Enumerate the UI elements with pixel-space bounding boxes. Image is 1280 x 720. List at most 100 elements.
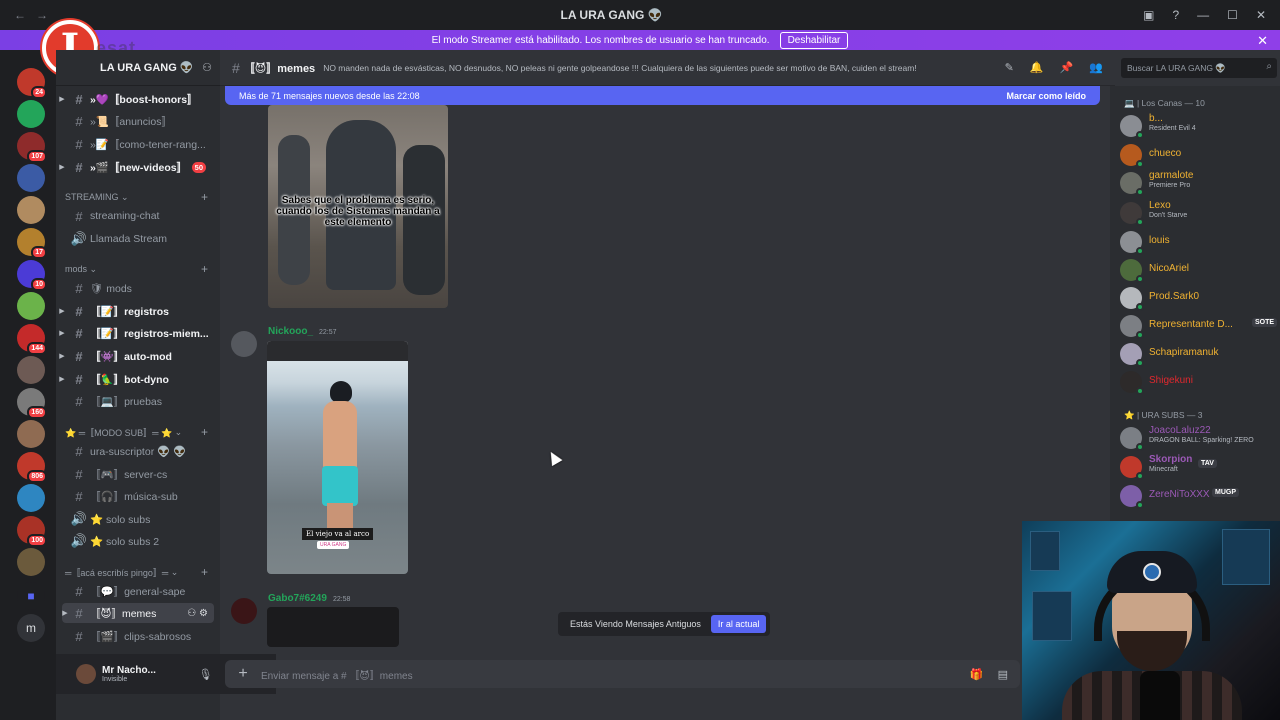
channel-boost-honors[interactable]: ▶ # »💜〚boost-honors〛 xyxy=(56,89,220,109)
server-icon[interactable] xyxy=(17,164,45,192)
message-author[interactable]: Nickooo_ 22:57 xyxy=(268,326,337,337)
message-composer[interactable]: + Enviar mensaje a # 〚😈〛memes 🎁 ▤ xyxy=(225,660,1020,688)
message-list: Sabes que el problema es serio, cuando l… xyxy=(220,105,1110,655)
server-icon[interactable] xyxy=(17,420,45,448)
channel-memes-selected[interactable]: ▶ # 〚😈〛memes ⚇ ⚙ xyxy=(62,603,214,623)
server-icon[interactable] xyxy=(17,484,45,512)
new-messages-bar[interactable]: Más de 71 mensajes nuevos desde las 22:0… xyxy=(225,86,1100,105)
channel-bot-dyno[interactable]: ▶ # 〚🦜〛bot-dyno xyxy=(56,369,220,389)
close-icon[interactable]: ✕ xyxy=(1257,33,1268,49)
member-item[interactable]: chueco xyxy=(1120,144,1280,168)
avatar[interactable] xyxy=(231,598,257,624)
server-icon[interactable] xyxy=(17,196,45,224)
microphone-icon[interactable]: 🎙 xyxy=(198,668,212,681)
server-icon[interactable] xyxy=(17,292,45,320)
channel-como-tener-rango[interactable]: # »📝〚como-tener-rang... xyxy=(56,134,220,154)
close-window-icon[interactable]: ✕ xyxy=(1256,8,1266,22)
member-item[interactable]: Shigekuni xyxy=(1120,371,1280,395)
server-icon[interactable]: 144 xyxy=(17,324,47,355)
old-messages-notice: Estás Viendo Mensajes Antiguos Ir al act… xyxy=(558,612,771,636)
channel-topic[interactable]: NO manden nada de esvásticas, NO desnudo… xyxy=(323,63,953,73)
voice-llamada-stream[interactable]: 🔊 Llamada Stream xyxy=(56,229,220,249)
server-header[interactable]: LA URA GANG 👽 ⚇ xyxy=(56,50,220,86)
member-item[interactable]: louis xyxy=(1120,231,1280,255)
server-icon[interactable] xyxy=(17,356,45,384)
member-item[interactable]: NicoAriel xyxy=(1120,259,1280,283)
channel-general-sape[interactable]: # 〚💬〛general-sape xyxy=(56,581,220,601)
back-arrow-icon[interactable]: ← xyxy=(14,8,26,22)
channel-new-videos[interactable]: ▶ # »🎬〚new-videos〛 50 xyxy=(56,157,220,177)
channel-anuncios[interactable]: # »📜〚anuncios〛 xyxy=(56,111,220,131)
server-icon[interactable] xyxy=(17,100,45,128)
member-item[interactable]: garmalote Premiere Pro xyxy=(1120,170,1280,196)
category-modo-sub[interactable]: ⭐ ═〚MODO SUB〛═ ⭐ ⌄ + xyxy=(56,422,220,442)
folder-icon[interactable]: ■ xyxy=(17,582,45,610)
server-icon[interactable]: 160 xyxy=(17,388,47,419)
channel-registros-miembros[interactable]: ▶ # 〚📝〛registros-miem... xyxy=(56,323,220,343)
channel-sidebar: LA URA GANG 👽 ⚇ ▶ # »💜〚boost-honors〛 # »📜〚a… xyxy=(56,50,276,720)
maximize-icon[interactable]: ☐ xyxy=(1227,8,1238,22)
search-input[interactable]: Buscar LA URA GANG 👽 ⌕ xyxy=(1121,58,1277,78)
speaker-icon: 🔊 xyxy=(70,231,88,246)
jump-to-present-button[interactable]: Ir al actual xyxy=(710,615,767,633)
category-mods[interactable]: mods ⌄ + xyxy=(56,259,220,279)
member-item[interactable]: ZereNiToXXX MUGP xyxy=(1120,485,1280,509)
bell-icon[interactable]: 🔔 xyxy=(1030,61,1044,74)
streamer-webcam xyxy=(1022,521,1280,720)
server-icon[interactable]: 806 xyxy=(17,452,47,483)
category-streaming[interactable]: STREAMING ⌄ + xyxy=(56,187,220,207)
minimize-icon[interactable]: — xyxy=(1197,8,1209,22)
server-icon[interactable]: m xyxy=(17,614,45,642)
member-item[interactable]: Schapiramanuk xyxy=(1120,343,1280,367)
members-icon[interactable]: 👥 xyxy=(1089,61,1103,74)
add-attachment-icon[interactable]: + xyxy=(225,665,261,683)
gif-icon[interactable]: ▤ xyxy=(998,668,1008,681)
video-tag: URA GANG xyxy=(317,541,350,549)
server-icon[interactable] xyxy=(17,548,45,576)
meme-image[interactable]: Sabes que el problema es serio, cuando l… xyxy=(268,105,448,308)
channel-auto-mod[interactable]: ▶ # 〚👾〛auto-mod xyxy=(56,346,220,366)
threads-icon[interactable]: ✎ xyxy=(1005,61,1014,74)
channel-server-cs[interactable]: # 〚🎮〛server-cs xyxy=(56,464,220,484)
member-item[interactable]: b... Resident Evil 4 xyxy=(1120,113,1280,139)
disable-streamer-button[interactable]: Deshabilitar xyxy=(779,31,849,49)
member-item[interactable]: Lexo Don't Starve xyxy=(1120,200,1280,226)
invite-icon[interactable]: ⚇ xyxy=(202,61,212,74)
server-icon[interactable]: 17 xyxy=(17,228,47,259)
attachment-image[interactable] xyxy=(267,607,399,647)
gift-icon[interactable]: 🎁 xyxy=(970,668,984,681)
channel-clips-sabrosos[interactable]: # 〚🎬〛clips-sabrosos xyxy=(56,626,220,646)
meme-caption: Sabes que el problema es serio, cuando l… xyxy=(276,195,440,228)
avatar[interactable] xyxy=(76,664,96,684)
voice-solo-subs[interactable]: 🔊 ⭐ solo subs xyxy=(56,509,220,529)
channel-musica-sub[interactable]: # 〚🎧〛música-sub xyxy=(56,486,220,506)
help-icon[interactable]: ? xyxy=(1172,8,1179,22)
inbox-icon[interactable]: ▣ xyxy=(1143,8,1154,22)
member-item[interactable]: JoacoLaluz22 DRAGON BALL: Sparking! ZERO xyxy=(1120,425,1280,451)
pin-icon[interactable]: 📌 xyxy=(1060,61,1074,74)
server-icon[interactable]: 24 xyxy=(17,68,47,99)
category-aca-escribis[interactable]: ═〚acá escribís pingo〛═ ⌄ + xyxy=(56,562,220,582)
message-author[interactable]: Gabo7#6249 22:58 xyxy=(268,593,350,604)
channel-pruebas[interactable]: # 〚💻〛pruebas xyxy=(56,391,220,411)
voice-solo-subs-2[interactable]: 🔊 ⭐ solo subs 2 xyxy=(56,531,220,551)
new-messages-text: Más de 71 mensajes nuevos desde las 22:0… xyxy=(239,90,420,101)
server-icon[interactable]: 107 xyxy=(17,132,47,163)
server-list: 24 107 17 10 144 160 806 100 ■ m xyxy=(0,50,56,720)
server-icon[interactable]: 100 xyxy=(17,516,47,547)
message-input[interactable]: Enviar mensaje a # 〚😈〛memes xyxy=(261,667,413,682)
hash-icon: # xyxy=(232,59,240,76)
channel-registros[interactable]: ▶ # 〚📝〛registros xyxy=(56,301,220,321)
member-item[interactable]: Representante D... SOTE xyxy=(1120,315,1280,339)
member-item[interactable]: Prod.Sark0 xyxy=(1120,287,1280,311)
member-item[interactable]: Skorpion Minecraft TAV xyxy=(1120,454,1280,480)
meme-video[interactable]: El viejo va al arco URA GANG xyxy=(267,341,408,574)
channel-ura-suscriptor[interactable]: # ura-suscriptor 👽 👽 xyxy=(56,441,220,461)
avatar[interactable] xyxy=(231,331,257,357)
forward-arrow-icon[interactable]: → xyxy=(36,8,48,22)
channel-streaming-chat[interactable]: # streaming-chat xyxy=(56,206,220,226)
server-icon[interactable]: 10 xyxy=(17,260,47,291)
mark-as-read-button[interactable]: Marcar como leído xyxy=(1006,91,1086,101)
search-icon: ⌕ xyxy=(1266,61,1272,72)
channel-mods[interactable]: # 🛡 mods xyxy=(56,278,220,298)
